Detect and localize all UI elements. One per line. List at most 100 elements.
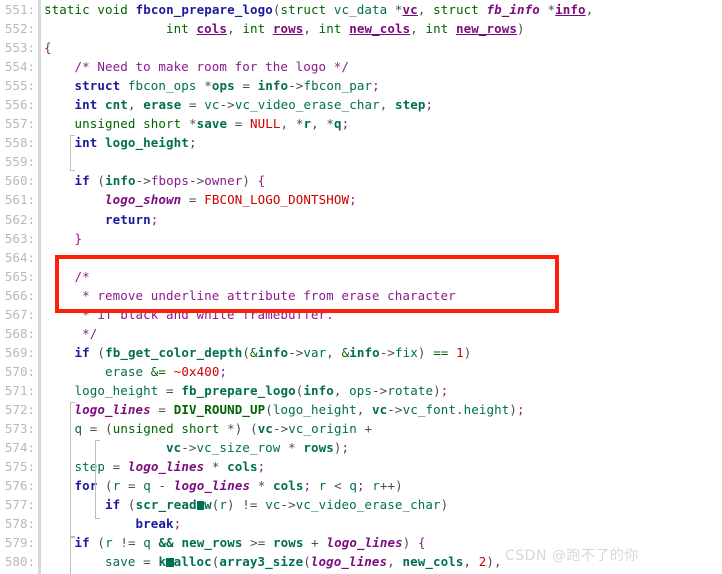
line-number: 559:: [4, 154, 35, 170]
code-line: 578: break;: [0, 514, 722, 534]
line-code: break;: [135, 516, 182, 532]
line-code: int cols, int rows, int new_cols, int ne…: [166, 21, 525, 37]
fold-guide-if560-bottom: [70, 170, 75, 171]
line-number: 572:: [4, 401, 35, 417]
line-code: if (fb_get_color_depth(&info->var, &info…: [74, 344, 472, 360]
line-number: 578:: [4, 516, 35, 532]
code-line: 570: erase &= ~0x400;: [0, 361, 722, 381]
code-line: 577: if (scr_read w(r) != vc->vc_video_er…: [0, 495, 722, 515]
line-code: struct fbcon_ops *ops = info->fbcon_par;: [74, 78, 380, 94]
fold-guide-if591: [70, 536, 71, 574]
code-line: 569: if (fb_get_color_depth(&info->var, …: [0, 342, 722, 362]
line-code: int cnt, erase = vc->vc_video_erase_char…: [74, 97, 434, 113]
fold-guide-if579: [70, 402, 71, 537]
line-code: logo_shown = FBCON_LOGO_DONTSHOW;: [105, 192, 357, 208]
code-line: 564:: [0, 247, 722, 267]
code-line: 552: int cols, int rows, int new_cols, i…: [0, 19, 722, 39]
line-code: erase &= ~0x400;: [105, 363, 228, 379]
code-line: 559:: [0, 152, 722, 172]
line-number: 553:: [4, 40, 35, 56]
line-code: step = logo_lines * cols;: [74, 459, 266, 475]
fold-guide-if582-bottom: [95, 518, 100, 519]
line-code: /* Need to make room for the logo */: [74, 59, 350, 75]
code-line: 556: int cnt, erase = vc->vc_video_erase…: [0, 95, 722, 115]
code-line: 574: vc->vc_size_row * rows);: [0, 438, 722, 458]
line-code: q = (unsigned short *) (vc->vc_origin +: [74, 421, 373, 437]
line-number: 558:: [4, 135, 35, 151]
line-code: {: [44, 40, 52, 56]
line-number: 552:: [4, 21, 35, 37]
line-number: 569:: [4, 344, 35, 360]
code-line: 562: return;: [0, 209, 722, 229]
line-code: static void fbcon_prepare_logo(struct vc…: [44, 2, 594, 17]
line-number: 565:: [4, 268, 35, 284]
line-code: int logo_height;: [74, 135, 197, 151]
line-number: 574:: [4, 440, 35, 456]
code-line: 560: if (info->fbops->owner) {: [0, 171, 722, 191]
code-line: 563: }: [0, 228, 722, 248]
line-code: logo_lines = DIV_ROUND_UP(logo_height, v…: [74, 401, 525, 417]
code-line: 575: step = logo_lines * cols;: [0, 457, 722, 477]
line-number: 580:: [4, 554, 35, 570]
csdn-watermark: CSDN @跑不了的你: [505, 548, 639, 564]
line-number: 576:: [4, 478, 35, 494]
gutter-separator: [38, 152, 41, 172]
line-number: 570:: [4, 363, 35, 379]
line-code: vc->vc_size_row * rows);: [166, 440, 350, 456]
fold-guide-if582: [95, 440, 96, 518]
code-line: 557: unsigned short *save = NULL, *r, *q…: [0, 114, 722, 134]
line-number: 555:: [4, 78, 35, 94]
line-number: 579:: [4, 535, 35, 551]
line-code: * remove underline attribute from erase …: [82, 287, 456, 303]
line-code: logo_height = fb_prepare_logo(info, ops-…: [74, 382, 449, 398]
code-line: 567: * if black and white framebuffer.: [0, 304, 722, 324]
code-line: 555: struct fbcon_ops *ops = info->fbcon…: [0, 76, 722, 96]
line-number: 568:: [4, 325, 35, 341]
line-code: /*: [74, 268, 90, 284]
code-line: 558: int logo_height;: [0, 133, 722, 153]
fold-guide-if560: [70, 135, 71, 170]
code-line: 565: /*: [0, 266, 722, 286]
line-code: if (scr_read w(r) != vc->vc_video_erase_c…: [105, 497, 449, 513]
line-number: 551:: [4, 2, 35, 17]
code-line: 573: q = (unsigned short *) (vc->vc_orig…: [0, 419, 722, 439]
line-code: }: [74, 230, 83, 246]
line-number: 561:: [4, 192, 35, 208]
gutter-separator: [38, 247, 41, 267]
code-line: 553: {: [0, 38, 722, 58]
code-line: 572: logo_lines = DIV_ROUND_UP(logo_heig…: [0, 399, 722, 420]
code-line: 576: for (r = q - logo_lines * cols; r <…: [0, 476, 722, 496]
line-number: 554:: [4, 59, 35, 75]
line-number: 556:: [4, 97, 35, 113]
line-code: return;: [105, 211, 159, 227]
line-number: 575:: [4, 459, 35, 475]
fold-guide-if582-top: [95, 440, 100, 441]
line-code: * if black and white framebuffer.: [82, 306, 334, 322]
line-code: for (r = q - logo_lines * cols; r < q; r…: [74, 478, 403, 494]
code-line: 571: logo_height = fb_prepare_logo(info,…: [0, 380, 722, 400]
fold-guide-if579-top: [70, 402, 75, 403]
code-line: 561: logo_shown = FBCON_LOGO_DONTSHOW;: [0, 190, 722, 210]
code-editor-view: 551: static void fbcon_prepare_logo(struc…: [0, 0, 722, 574]
line-code: if (info->fbops->owner) {: [74, 173, 266, 189]
code-line: 554: /* Need to make room for the logo *…: [0, 57, 722, 77]
line-number: 562:: [4, 211, 35, 227]
code-line: 551: static void fbcon_prepare_logo(struc…: [0, 0, 722, 20]
code-line: 566: * remove underline attribute from e…: [0, 285, 722, 305]
line-number: 566:: [4, 287, 35, 303]
code-lines-container: 551: static void fbcon_prepare_logo(struc…: [0, 0, 722, 574]
fold-guide-if560-top: [70, 135, 75, 136]
code-line: 568: */: [0, 323, 722, 343]
line-number: 567:: [4, 306, 35, 322]
line-number: 564:: [4, 249, 35, 265]
line-number: 571:: [4, 382, 35, 398]
line-code: */: [82, 325, 98, 341]
line-number: 577:: [4, 497, 35, 513]
line-number: 563:: [4, 230, 35, 246]
line-number: 557:: [4, 116, 35, 132]
fold-guide-if591-top: [70, 536, 75, 537]
line-code: unsigned short *save = NULL, *r, *q;: [74, 116, 350, 132]
fold-guide-fn-top: [45, 6, 50, 7]
line-number: 560:: [4, 173, 35, 189]
line-number: 573:: [4, 421, 35, 437]
